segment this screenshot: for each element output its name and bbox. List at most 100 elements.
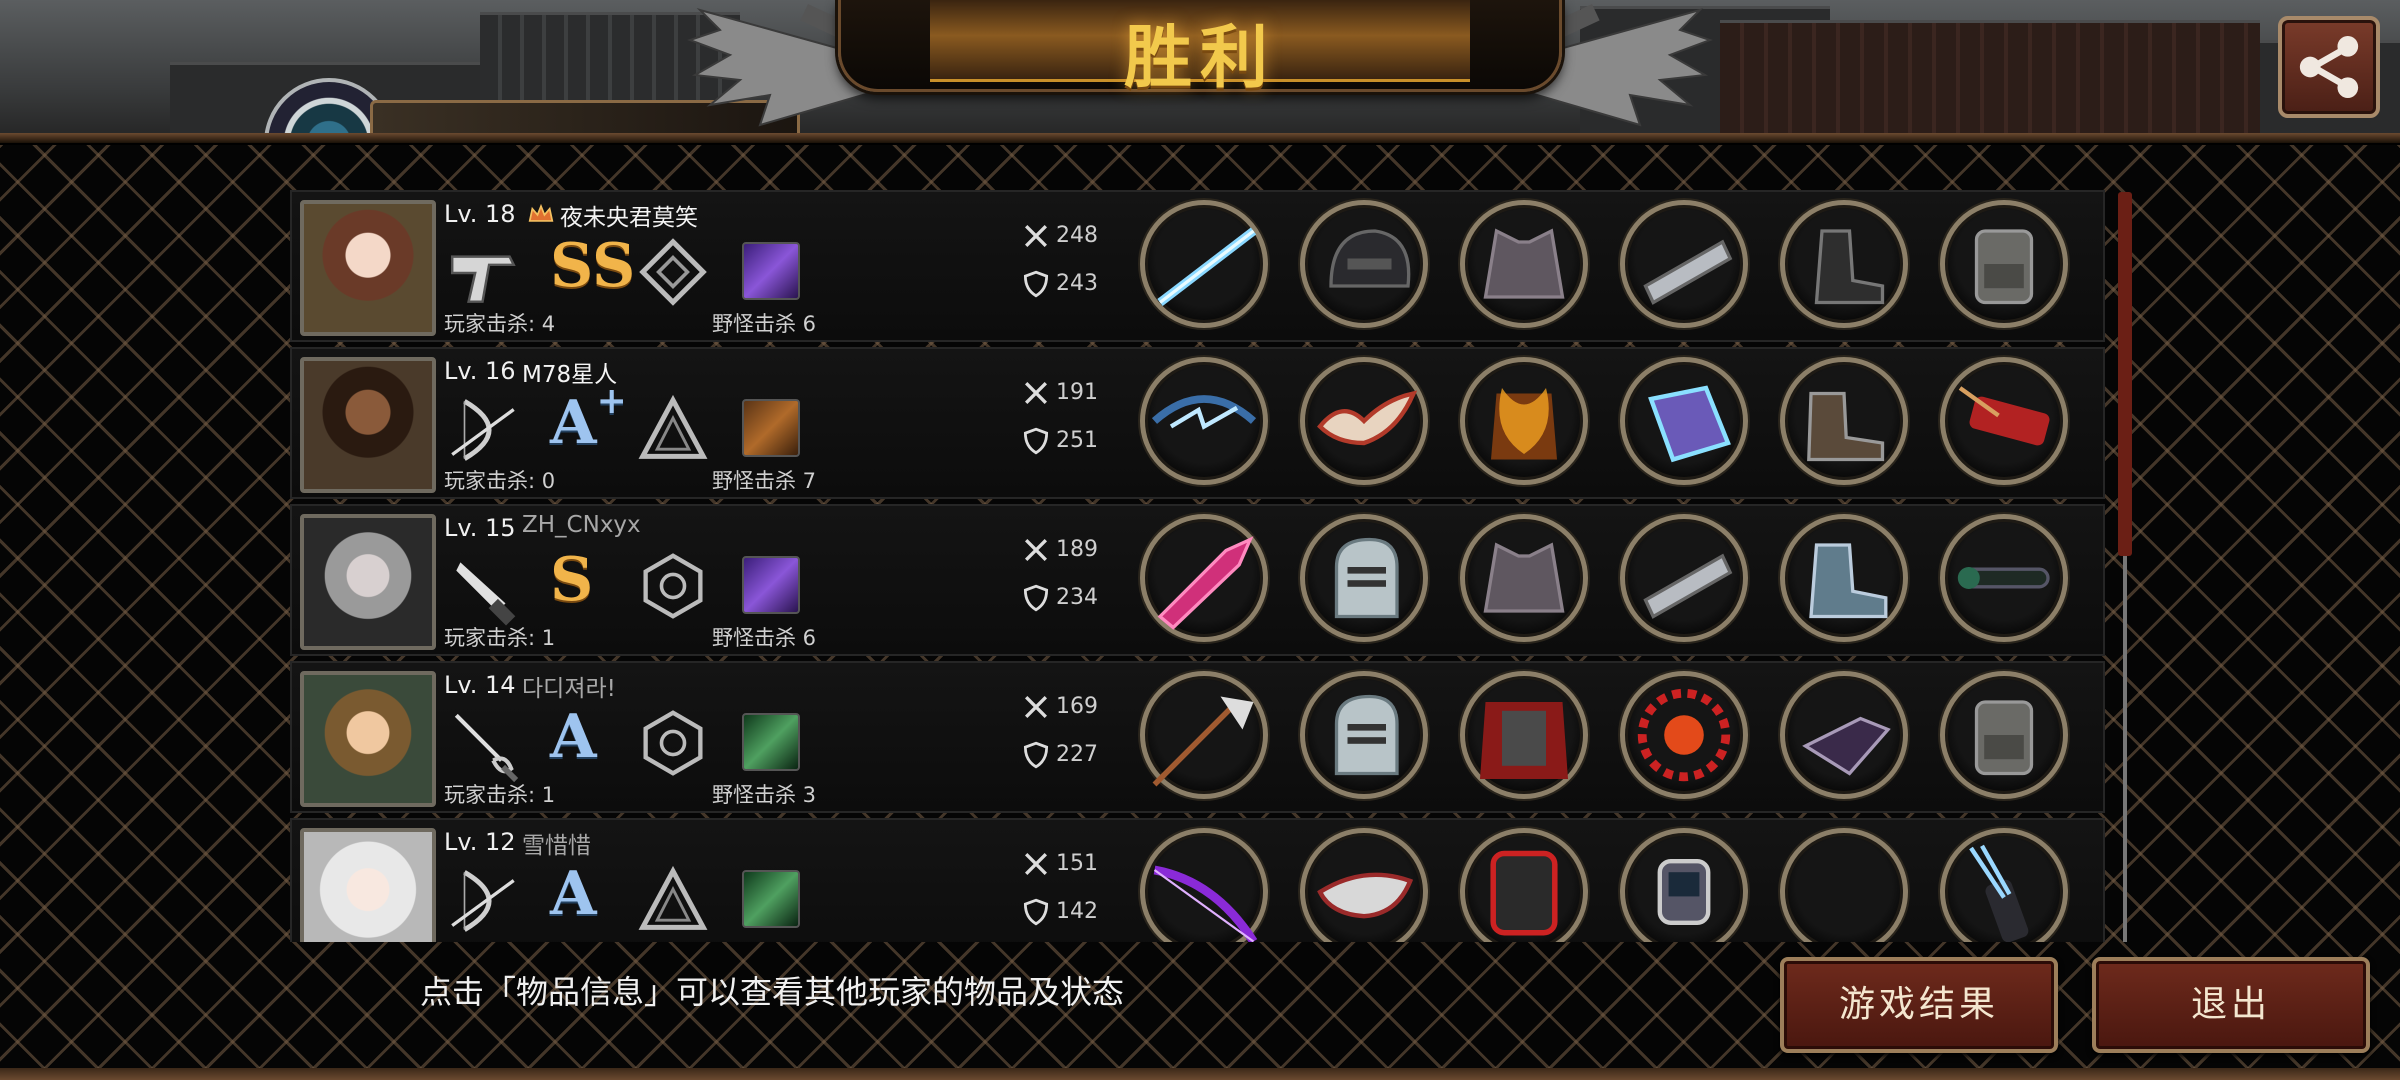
knife-icon (456, 562, 516, 626)
armor-vest-icon (1483, 228, 1565, 299)
player-grade: A (550, 697, 597, 777)
defense-value: 227 (1056, 742, 1098, 767)
equipment-slot[interactable] (1140, 514, 1268, 642)
knight-helmet-icon (1334, 694, 1399, 776)
attack-value: 248 (1056, 223, 1098, 248)
arm-guard-icon (1643, 553, 1733, 619)
ruby-amulet-icon (1637, 688, 1731, 782)
leather-boots-icon (1807, 391, 1885, 462)
player-grade: S (550, 540, 593, 620)
triangle-rank-icon (638, 865, 708, 930)
red-backpack-armor-icon (1490, 850, 1558, 936)
player-name: ZH_CNxyx (522, 512, 641, 538)
smart-watch-icon (1657, 859, 1711, 925)
equipment-slot[interactable] (1780, 828, 1908, 942)
attack-stat: 151 (1022, 850, 1098, 878)
player-avatar[interactable] (300, 200, 436, 336)
game-result-button[interactable]: 游戏结果 (1780, 957, 2058, 1053)
energy-gauntlet-icon (1648, 385, 1731, 463)
player-row[interactable]: Lv. 18 夜未央君莫笑 SS 玩家击杀: 4 野怪击杀 6 248 243 (290, 190, 2105, 342)
crossed-swords-icon (742, 399, 800, 457)
lightning-bow-icon (1151, 395, 1257, 430)
equipment-slot[interactable] (1620, 671, 1748, 799)
empty-slot (1789, 837, 1899, 942)
player-grade: A (550, 854, 597, 934)
crossed-swords-icon (1025, 382, 1047, 404)
scope-icon (1957, 567, 2050, 589)
exit-button[interactable]: 退出 (2092, 957, 2370, 1053)
equipment-slot[interactable] (1620, 514, 1748, 642)
equipment-slot[interactable] (1300, 828, 1428, 942)
equipment-slot[interactable] (1140, 200, 1268, 328)
player-avatar[interactable] (300, 514, 436, 650)
equipment-slot[interactable] (1300, 671, 1428, 799)
attack-stat: 248 (1022, 222, 1098, 250)
equipment-slot[interactable] (1940, 671, 2068, 799)
defense-value: 251 (1056, 428, 1098, 453)
backpack-icon (1974, 700, 2034, 776)
scrollbar-thumb[interactable] (2118, 192, 2132, 556)
halberd-icon (1152, 696, 1254, 787)
player-avatar[interactable] (300, 671, 436, 807)
equipment-slot[interactable] (1300, 357, 1428, 485)
defense-stat: 234 (1022, 584, 1098, 612)
combat-boots-icon (1814, 229, 1885, 305)
equipment-slot[interactable] (1940, 200, 2068, 328)
equipment-slot[interactable] (1940, 828, 2068, 942)
player-avatar[interactable] (300, 828, 436, 942)
hexagon-rank-icon (643, 710, 703, 776)
caped-armor-icon (1480, 702, 1568, 779)
share-button[interactable] (2278, 16, 2380, 118)
tactical-helmet-icon (1329, 229, 1411, 288)
equipment-slot[interactable] (1780, 200, 1908, 328)
equipment-slot[interactable] (1620, 200, 1748, 328)
grade-letter: S (550, 545, 594, 615)
equipment-slot[interactable] (1940, 514, 2068, 642)
attack-value: 189 (1056, 537, 1098, 562)
defense-stat: 142 (1022, 898, 1098, 926)
quiver-icon (1958, 386, 2050, 446)
player-row[interactable]: Lv. 12 雪惜惜 A 151 142 (290, 818, 2105, 942)
equipment-slot[interactable] (1300, 200, 1428, 328)
shield-icon (1023, 898, 1049, 926)
equipment-slot[interactable] (1940, 357, 2068, 485)
defense-value: 142 (1056, 899, 1098, 924)
crystal-blade-icon (1157, 536, 1254, 630)
grade-letter: A (550, 859, 597, 929)
player-list[interactable]: Lv. 18 夜未央君莫笑 SS 玩家击杀: 4 野怪击杀 6 248 243 Lv. 16 M… (290, 190, 2105, 942)
purple-beast-icon (742, 242, 800, 300)
player-kills: 玩家击杀: 0 (444, 469, 556, 493)
equipment-slot[interactable] (1460, 671, 1588, 799)
equipment-slot[interactable] (1460, 357, 1588, 485)
violet-bow-icon (1153, 865, 1258, 942)
equipment-slot[interactable] (1140, 357, 1268, 485)
arrow-quiver-icon (1969, 844, 2029, 942)
player-row[interactable]: Lv. 14 다디져라! A 玩家击杀: 1 野怪击杀 3 169 227 (290, 661, 2105, 813)
player-row[interactable]: Lv. 15 ZH_CNxyx S 玩家击杀: 1 野怪击杀 6 189 234 (290, 504, 2105, 656)
player-kills: 玩家击杀: 4 (444, 312, 556, 336)
equipment-slot[interactable] (1460, 828, 1588, 942)
player-row[interactable]: Lv. 16 M78星人 A+ 玩家击杀: 0 野怪击杀 7 191 251 (290, 347, 2105, 499)
knight-helmet-icon (1334, 537, 1399, 619)
attack-stat: 189 (1022, 536, 1098, 564)
player-avatar[interactable] (300, 357, 436, 493)
crossed-swords-icon (1025, 539, 1047, 561)
equipment-slot[interactable] (1460, 200, 1588, 328)
equipment-slot[interactable] (1620, 828, 1748, 942)
player-level: Lv. 16 (444, 357, 516, 385)
equipment-slot[interactable] (1780, 671, 1908, 799)
equipment-slot[interactable] (1780, 514, 1908, 642)
player-grade: SS (550, 226, 635, 306)
monster-kills: 野怪击杀 7 (712, 469, 817, 493)
equipment-slot[interactable] (1300, 514, 1428, 642)
claw-gloves-icon (1802, 716, 1891, 776)
equipment-slot[interactable] (1140, 828, 1268, 942)
player-grade: A+ (550, 383, 627, 463)
equipment-slot[interactable] (1460, 514, 1588, 642)
equipment-slot[interactable] (1620, 357, 1748, 485)
rapier-icon (454, 713, 519, 783)
green-zombie-icon (742, 713, 800, 771)
equipment-slot[interactable] (1140, 671, 1268, 799)
shield-icon (1023, 427, 1049, 455)
equipment-slot[interactable] (1780, 357, 1908, 485)
